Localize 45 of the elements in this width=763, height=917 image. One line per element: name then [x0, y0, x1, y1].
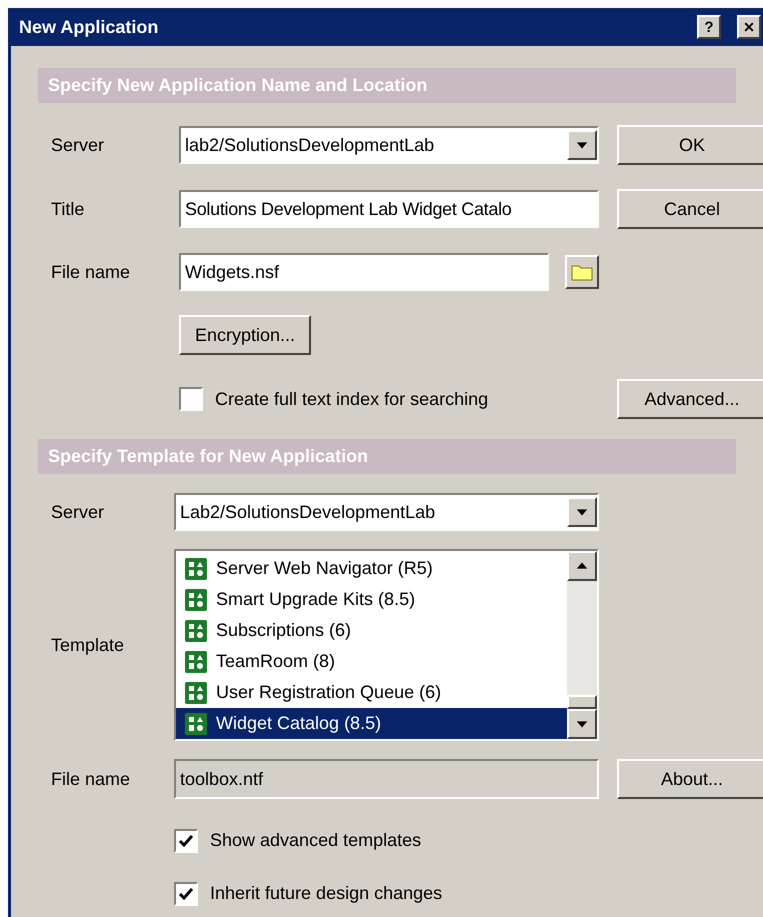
checkbox[interactable] [174, 882, 198, 906]
template-icon [184, 712, 208, 736]
template-list-item[interactable]: Subscriptions (6) [176, 615, 567, 646]
checkmark-icon [179, 834, 193, 848]
section-header: Specify New Application Name and Location [38, 68, 736, 103]
about-button[interactable]: About... [617, 759, 763, 799]
template-icon [184, 618, 208, 642]
checkbox-label: Create full text index for searching [215, 388, 488, 411]
field-label: Template [51, 634, 126, 657]
help-button[interactable]: ? [697, 15, 721, 39]
template-list-item[interactable]: Server Web Navigator (R5) [176, 553, 567, 584]
template-icon [184, 556, 208, 580]
template-list-item[interactable]: Smart Upgrade Kits (8.5) [176, 584, 567, 615]
scrollbar-thumb[interactable] [567, 695, 597, 709]
scrollbar[interactable] [567, 551, 597, 739]
section-header: Specify Template for New Application [38, 439, 736, 474]
checkmark-icon [179, 886, 193, 900]
folder-button[interactable] [565, 255, 599, 289]
window-title: New Application [19, 16, 158, 39]
template-icon [184, 650, 208, 674]
cancel-button[interactable]: Cancel [617, 189, 763, 229]
folder-icon [571, 263, 593, 281]
checkbox[interactable] [174, 828, 198, 852]
field-label: File name [51, 260, 132, 284]
input-field[interactable]: Solutions Development Lab Widget Catalo [179, 190, 599, 228]
template-icon [184, 680, 208, 704]
checkbox-label: Inherit future design changes [210, 882, 442, 905]
template-list-item[interactable]: TeamRoom (8) [176, 646, 567, 677]
field-label: Title [51, 198, 86, 220]
template-list-item[interactable]: Widget Catalog (8.5) [176, 708, 567, 739]
checkbox-label: Show advanced templates [210, 829, 422, 852]
checkbox[interactable] [179, 387, 203, 411]
dropdown[interactable]: Lab2/SolutionsDevelopmentLab [174, 493, 599, 531]
template-list-item[interactable]: User Registration Queue (6) [176, 677, 567, 708]
advanced-button[interactable]: Advanced... [617, 379, 763, 419]
input-field: toolbox.ntf [174, 759, 599, 799]
close-button[interactable]: × [737, 15, 761, 39]
field-label: Server [51, 500, 106, 524]
field-label: File name [51, 768, 132, 790]
field-label: Server [51, 134, 106, 156]
template-icon [184, 588, 208, 612]
input-field[interactable]: Widgets.nsf [179, 253, 549, 291]
dropdown[interactable]: lab2/SolutionsDevelopmentLab [179, 126, 599, 164]
encryption-button[interactable]: Encryption... [179, 315, 312, 355]
ok-button[interactable]: OK [617, 125, 763, 165]
